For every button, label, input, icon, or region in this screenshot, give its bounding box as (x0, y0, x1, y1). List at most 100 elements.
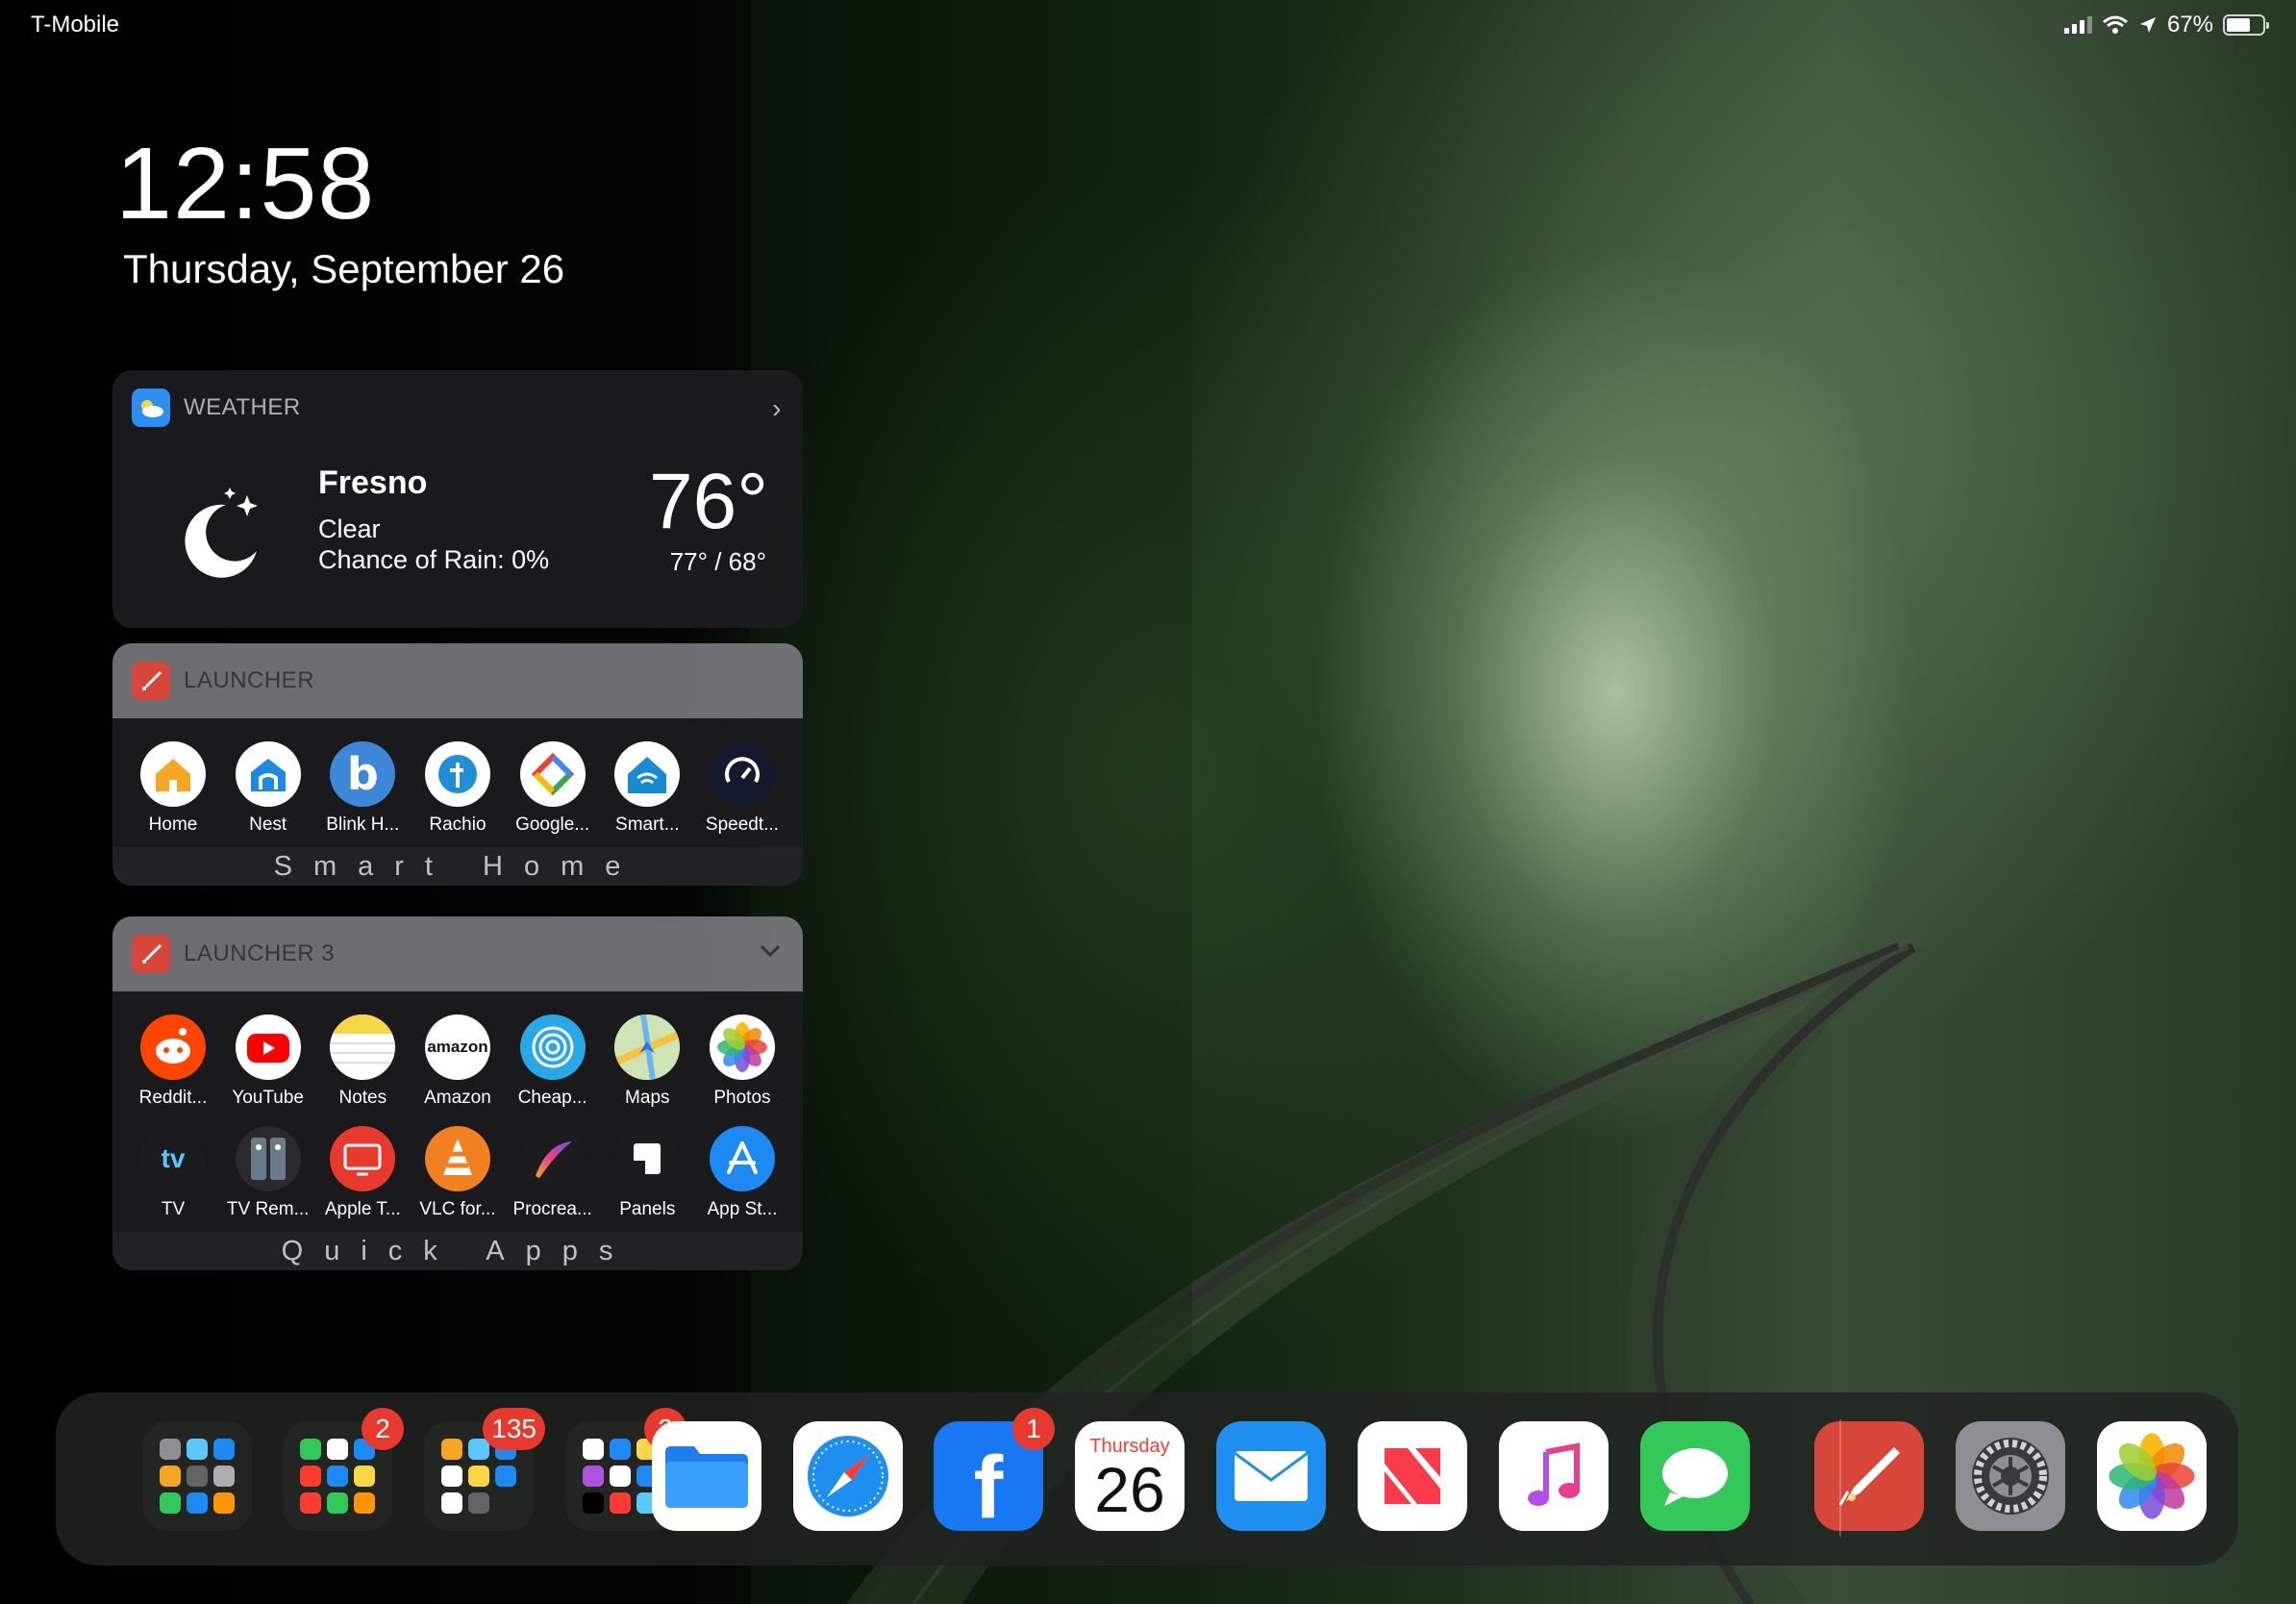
dock-news-app[interactable] (1358, 1421, 1467, 1531)
launcher-app-youtube[interactable]: YouTube (225, 1015, 312, 1109)
tv-icon: tv (140, 1126, 206, 1191)
calendar-icon: Thursday 26 (1075, 1421, 1185, 1531)
launcher-app-tv-remote[interactable]: TV Rem... (225, 1126, 312, 1220)
moon-icon (185, 488, 258, 578)
launcher-app-tv[interactable]: tv TV (130, 1126, 216, 1220)
launcher-app-app-store[interactable]: App St... (699, 1126, 786, 1220)
dock-files-app[interactable] (652, 1421, 761, 1531)
launcher-app-procreate[interactable]: Procrea... (510, 1126, 596, 1220)
amazon-icon: amazon (424, 1015, 490, 1080)
notes-icon (330, 1015, 396, 1080)
launcher-app-vlc[interactable]: VLC for... (414, 1126, 501, 1220)
dock-folder-1[interactable] (142, 1421, 252, 1531)
chevron-right-icon[interactable]: › (772, 393, 782, 424)
location-icon (2139, 17, 2156, 33)
launcher-app-label: App St... (707, 1199, 778, 1219)
settings-icon (1956, 1421, 2065, 1531)
notification-badge: 135 (483, 1408, 545, 1450)
status-bar: T-Mobile 67% (31, 8, 2269, 40)
weather-app-icon (132, 388, 170, 427)
launcher-app-blink[interactable]: b Blink H... (319, 741, 406, 836)
weather-rain-chance: Chance of Rain: 0% (318, 545, 550, 574)
dock: 21352f1Thursday26 (56, 1392, 2238, 1566)
dock-music-app[interactable] (1499, 1421, 1609, 1531)
launcher-app-icon (132, 662, 170, 700)
chevron-down-icon[interactable] (759, 943, 782, 959)
launcher-app-google-home[interactable]: Google... (510, 741, 596, 836)
launcher-app-reddit[interactable]: Reddit... (130, 1015, 216, 1109)
launcher-app-apple-t[interactable]: Apple T... (319, 1126, 406, 1220)
launcher3-footer: Quick Apps (112, 1232, 803, 1270)
dock-safari-app[interactable] (793, 1421, 903, 1531)
weather-condition: Clear (318, 514, 381, 543)
launcher-header[interactable]: LAUNCHER (112, 643, 803, 718)
weather-title: WEATHER (184, 394, 301, 420)
dock-folder-3[interactable]: 135 (424, 1408, 545, 1531)
folder-grid-icon (160, 1439, 235, 1514)
launcher-app-label: Rachio (429, 815, 487, 835)
launcher-app-cheap[interactable]: Cheap... (510, 1015, 596, 1109)
weather-header[interactable]: WEATHER › (112, 370, 803, 445)
battery-percent: 67% (2166, 12, 2213, 38)
dock-launcher-app[interactable] (1814, 1421, 1924, 1531)
launcher-app-label: Nest (249, 815, 287, 835)
launcher-app-row: Reddit... YouTube Notes amazon Amazon Cheap..… (112, 991, 803, 1109)
launcher-app-amazon[interactable]: amazon Amazon (414, 1015, 501, 1109)
weather-temp: 76° (648, 458, 768, 545)
files-icon (652, 1421, 761, 1531)
launcher-app-label: Google... (515, 815, 590, 835)
launcher-app-label: Speedt... (705, 815, 779, 835)
home-icon (140, 741, 206, 807)
blink-icon: b (330, 741, 396, 807)
google-home-icon (519, 741, 586, 807)
launcher-app-label: TV (161, 1199, 186, 1219)
dock-messages-app[interactable] (1640, 1421, 1750, 1531)
launcher-app-smart-home[interactable]: Smart... (604, 741, 690, 836)
dock-folder-2[interactable]: 2 (283, 1408, 404, 1531)
weather-widget[interactable]: WEATHER › Fresno Clear Chance of Rain: 0… (112, 370, 803, 628)
launcher-app-notes[interactable]: Notes (319, 1015, 406, 1109)
carrier-label: T-Mobile (31, 12, 120, 38)
launcher-app-label: Home (148, 815, 198, 835)
launcher-app-label: YouTube (232, 1088, 304, 1108)
procreate-icon (519, 1126, 586, 1191)
app-store-icon (709, 1126, 775, 1191)
dock-mail-app[interactable] (1216, 1421, 1326, 1531)
weather-hi-lo: 77° / 68° (669, 547, 766, 576)
launcher-app-speedtest[interactable]: Speedt... (699, 741, 786, 836)
photos-icon (709, 1015, 775, 1080)
launcher-app-label: Amazon (424, 1088, 491, 1108)
vlc-icon (424, 1126, 490, 1191)
launcher-app-icon (132, 935, 170, 973)
launcher-title: LAUNCHER (184, 667, 315, 693)
launcher-app-nest[interactable]: Nest (225, 741, 312, 836)
dock-settings-app[interactable] (1956, 1421, 2065, 1531)
news-icon (1358, 1421, 1467, 1531)
launcher-app-rachio[interactable]: Rachio (414, 741, 501, 836)
launcher-app-photos[interactable]: Photos (699, 1015, 786, 1109)
launcher-app-panels[interactable]: Panels (604, 1126, 690, 1220)
music-icon (1499, 1421, 1609, 1531)
wifi-icon (2102, 15, 2128, 34)
photos-icon (2097, 1421, 2207, 1531)
weather-city: Fresno (318, 464, 428, 501)
launcher-widget-quick-apps: LAUNCHER 3 Reddit... YouTube Notes amazon Am… (112, 916, 803, 1270)
launcher-app-maps[interactable]: Maps (604, 1015, 690, 1109)
tv-remote-icon (235, 1126, 301, 1191)
launcher3-header[interactable]: LAUNCHER 3 (112, 916, 803, 991)
launcher-app-row: Home Nest b Blink H... Rachio Google... Smart.… (112, 718, 803, 836)
dock-calendar-app[interactable]: Thursday 26 (1075, 1421, 1185, 1531)
launcher-icon (1814, 1421, 1924, 1531)
notification-badge: 2 (362, 1408, 404, 1450)
launcher-app-label: Smart... (615, 815, 680, 835)
launcher-app-label: Maps (625, 1088, 670, 1108)
launcher-app-home[interactable]: Home (130, 741, 216, 836)
youtube-icon (235, 1015, 301, 1080)
folder-grid-icon (583, 1439, 658, 1514)
maps-icon (614, 1015, 681, 1080)
launcher-app-label: Reddit... (138, 1088, 208, 1108)
signal-icon (2063, 16, 2092, 34)
launcher-app-label: Cheap... (517, 1088, 587, 1108)
dock-facebook-app[interactable]: f1 (934, 1408, 1055, 1531)
dock-photos-app[interactable] (2097, 1421, 2207, 1531)
